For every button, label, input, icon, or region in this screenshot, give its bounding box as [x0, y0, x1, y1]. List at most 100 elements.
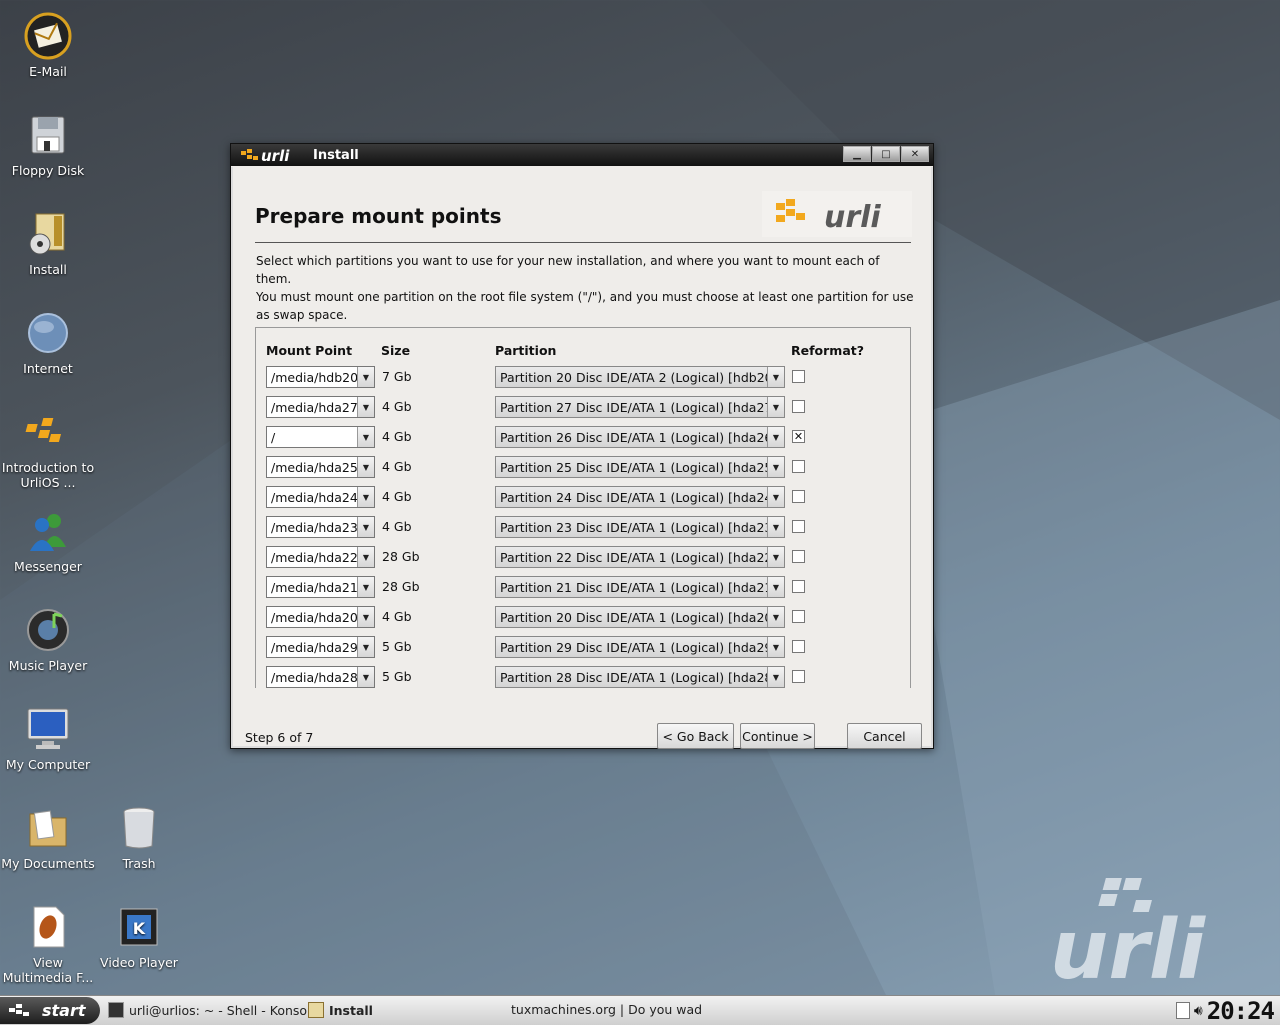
mount-point-combo[interactable]: /media/hda29 ▼	[266, 636, 375, 658]
partition-combo[interactable]: Partition 22 Disc IDE/ATA 1 (Logical) [h…	[495, 546, 785, 568]
multimedia-file-icon	[33, 906, 65, 948]
reformat-checkbox[interactable]	[792, 610, 805, 623]
chevron-down-icon[interactable]: ▼	[767, 457, 784, 477]
chevron-down-icon[interactable]: ▼	[767, 397, 784, 417]
window-title: Install	[313, 147, 359, 163]
mount-point-combo[interactable]: /media/hda25 ▼	[266, 456, 375, 478]
partition-value: Partition 21 Disc IDE/ATA 1 (Logical) [h…	[500, 579, 767, 595]
desktop-icon-my-computer[interactable]: My Computer	[0, 705, 98, 772]
desktop-icon-label: My Computer	[5, 757, 91, 772]
partition-combo[interactable]: Partition 21 Disc IDE/ATA 1 (Logical) [h…	[495, 576, 785, 598]
task-firefox[interactable]: tuxmachines.org | Do you wadd	[506, 1002, 702, 1017]
minimize-button[interactable]: ▁	[843, 146, 871, 162]
reformat-checkbox[interactable]	[792, 640, 805, 653]
partition-combo[interactable]: Partition 23 Disc IDE/ATA 1 (Logical) [h…	[495, 516, 785, 538]
chevron-down-icon[interactable]: ▼	[767, 577, 784, 597]
partition-combo[interactable]: Partition 29 Disc IDE/ATA 1 (Logical) [h…	[495, 636, 785, 658]
chevron-down-icon[interactable]: ▼	[767, 487, 784, 507]
table-row: /media/hda29 ▼ 5 Gb Partition 29 Disc IDE/A…	[256, 636, 910, 660]
table-row: /media/hda25 ▼ 4 Gb Partition 25 Disc IDE/A…	[256, 456, 910, 480]
reformat-checkbox[interactable]	[792, 580, 805, 593]
reformat-checkbox[interactable]	[792, 550, 805, 563]
reformat-checkbox[interactable]	[792, 670, 805, 683]
desktop-icon-install[interactable]: Install	[0, 210, 98, 277]
chevron-down-icon[interactable]: ▼	[767, 427, 784, 447]
minimize-icon: ▁	[853, 148, 861, 160]
chevron-down-icon[interactable]: ▼	[357, 577, 374, 597]
window-titlebar[interactable]: urli Install ▁ □ ✕	[231, 144, 933, 166]
desktop-icon-internet[interactable]: Internet	[0, 309, 98, 376]
desktop-icon-trash[interactable]: Trash	[89, 804, 189, 871]
chevron-down-icon[interactable]: ▼	[357, 427, 374, 447]
size-value: 4 Gb	[382, 399, 412, 414]
partition-combo[interactable]: Partition 28 Disc IDE/ATA 1 (Logical) [h…	[495, 666, 785, 688]
chevron-down-icon[interactable]: ▼	[357, 487, 374, 507]
mount-point-value: /media/hda20	[271, 609, 357, 625]
reformat-checkbox[interactable]	[792, 460, 805, 473]
desktop-icon-view-multimedia[interactable]: View Multimedia F...	[0, 903, 98, 985]
chevron-down-icon[interactable]: ▼	[357, 667, 374, 687]
mount-point-value: /media/hda24	[271, 489, 357, 505]
chevron-down-icon[interactable]: ▼	[357, 397, 374, 417]
clock[interactable]: 20:24	[1207, 997, 1275, 1025]
globe-icon	[28, 313, 68, 353]
reformat-checkbox[interactable]	[792, 370, 805, 383]
partition-combo[interactable]: Partition 20 Disc IDE/ATA 2 (Logical) [h…	[495, 366, 785, 388]
chevron-down-icon[interactable]: ▼	[767, 607, 784, 627]
maximize-button[interactable]: □	[872, 146, 900, 162]
desktop-icon-music-player[interactable]: Music Player	[0, 606, 98, 673]
close-button[interactable]: ✕	[901, 146, 929, 162]
mount-point-combo[interactable]: /media/hda24 ▼	[266, 486, 375, 508]
partition-combo[interactable]: Partition 26 Disc IDE/ATA 1 (Logical) [h…	[495, 426, 785, 448]
desktop-icon-video-player[interactable]: K Video Player	[89, 903, 189, 970]
partition-combo[interactable]: Partition 27 Disc IDE/ATA 1 (Logical) [h…	[495, 396, 785, 418]
chevron-down-icon[interactable]: ▼	[357, 367, 374, 387]
desktop-icon-introduction[interactable]: Introduction to UrliOS ...	[0, 408, 98, 490]
chevron-down-icon[interactable]: ▼	[357, 637, 374, 657]
reformat-checkbox[interactable]: ✕	[792, 430, 805, 443]
task-install[interactable]: Install	[308, 1002, 373, 1018]
mount-point-combo[interactable]: /media/hda28 ▼	[266, 666, 375, 688]
computer-icon	[27, 708, 69, 749]
chevron-down-icon[interactable]: ▼	[357, 547, 374, 567]
mount-point-combo[interactable]: / ▼	[266, 426, 375, 448]
partition-combo[interactable]: Partition 24 Disc IDE/ATA 1 (Logical) [h…	[495, 486, 785, 508]
mount-point-combo[interactable]: /media/hda22 ▼	[266, 546, 375, 568]
description-text: You must mount one partition on the root…	[256, 290, 914, 322]
desktop-icon-email[interactable]: E-Mail	[0, 12, 98, 79]
chevron-down-icon[interactable]: ▼	[357, 607, 374, 627]
mount-point-combo[interactable]: /media/hdb20 ▼	[266, 366, 375, 388]
chevron-down-icon[interactable]: ▼	[767, 637, 784, 657]
volume-icon[interactable]: 🔊︎	[1194, 1003, 1203, 1019]
mount-point-combo[interactable]: /media/hda27 ▼	[266, 396, 375, 418]
partition-combo[interactable]: Partition 25 Disc IDE/ATA 1 (Logical) [h…	[495, 456, 785, 478]
desktop-icon-floppy[interactable]: Floppy Disk	[0, 111, 98, 178]
partition-combo[interactable]: Partition 20 Disc IDE/ATA 1 (Logical) [h…	[495, 606, 785, 628]
mount-point-combo[interactable]: /media/hda20 ▼	[266, 606, 375, 628]
clipboard-icon[interactable]	[1175, 1002, 1190, 1019]
chevron-down-icon[interactable]: ▼	[357, 457, 374, 477]
close-icon: ✕	[910, 148, 920, 160]
go-back-button[interactable]: < Go Back	[657, 723, 734, 749]
column-header-partition: Partition	[495, 343, 557, 358]
cancel-button[interactable]: Cancel	[847, 723, 922, 749]
chevron-down-icon[interactable]: ▼	[767, 667, 784, 687]
chevron-down-icon[interactable]: ▼	[357, 517, 374, 537]
desktop-icon-messenger[interactable]: Messenger	[0, 507, 98, 574]
continue-button[interactable]: Continue >	[740, 723, 815, 749]
reformat-checkbox[interactable]	[792, 520, 805, 533]
mount-point-value: /media/hda22	[271, 549, 357, 565]
mount-point-combo[interactable]: /media/hda21 ▼	[266, 576, 375, 598]
window-content: Prepare mount points urli Select which p…	[231, 167, 933, 749]
desktop-icon-my-documents[interactable]: My Documents	[0, 804, 98, 871]
mount-point-combo[interactable]: /media/hda23 ▼	[266, 516, 375, 538]
task-konsole[interactable]: urli@urlios: ~ - Shell - Konsole	[108, 1002, 318, 1018]
chevron-down-icon[interactable]: ▼	[767, 547, 784, 567]
reformat-checkbox[interactable]	[792, 400, 805, 413]
start-button[interactable]: start	[0, 997, 100, 1024]
chevron-down-icon[interactable]: ▼	[767, 367, 784, 387]
install-window: urli Install ▁ □ ✕ Prepare mount points …	[230, 143, 934, 749]
chevron-down-icon[interactable]: ▼	[767, 517, 784, 537]
table-row: /media/hda20 ▼ 4 Gb Partition 20 Disc IDE/A…	[256, 606, 910, 630]
reformat-checkbox[interactable]	[792, 490, 805, 503]
